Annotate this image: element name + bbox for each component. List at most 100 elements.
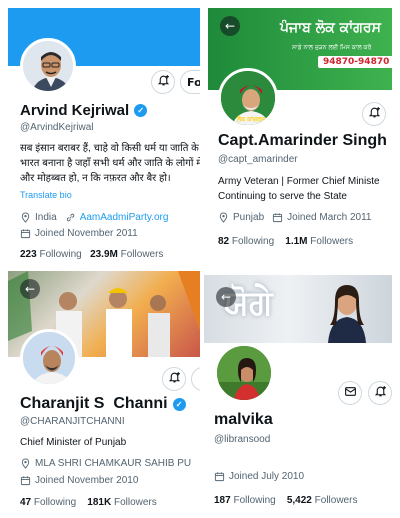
following-link[interactable]: 187 Following — [214, 495, 276, 506]
banner-phone: 94870-94870 — [318, 56, 392, 68]
notify-button[interactable] — [368, 381, 392, 405]
display-name: malvika — [214, 411, 273, 429]
location-pin-icon — [21, 212, 30, 223]
following-link[interactable]: 82 Following — [218, 236, 274, 247]
profile-card-amarinder: ਪੰਜਾਬ ਲੋਕ ਕਾਂਗਰਸ ਸਾਡੇ ਨਾਲ ਜੁੜਨ ਲਈ ਮਿਸ ਕਾ… — [208, 8, 392, 263]
bio-line: Chief Minister of Punjab — [20, 437, 127, 448]
arrow-left-icon[interactable]: ← — [220, 16, 240, 36]
followers-link[interactable]: 181K Followers — [87, 497, 156, 508]
location: Punjab Joined March 2011 — [218, 212, 371, 223]
followers-link[interactable]: 1.1M Followers — [285, 236, 353, 247]
location-text: MLA SHRI CHAMKAUR SAHIB PU — [35, 458, 192, 469]
location-text: Punjab — [233, 212, 265, 223]
bell-plus-icon — [368, 106, 381, 122]
notify-button[interactable] — [162, 367, 186, 391]
envelope-icon — [344, 385, 357, 401]
display-name-text: Charanjit S Channi — [20, 395, 168, 412]
location: India AamAadmiParty.org — [20, 212, 168, 223]
website-link[interactable]: AamAadmiParty.org — [80, 212, 169, 223]
display-name-text: malvika — [214, 411, 273, 428]
username: @capt_amarinder — [218, 154, 298, 165]
calendar-icon — [20, 229, 31, 239]
followers-label: Followers — [113, 497, 157, 508]
following-count: 82 — [218, 236, 230, 247]
join-date: Joined July 2010 — [214, 471, 304, 482]
username: @ArvindKejriwal — [20, 122, 94, 133]
location-pin-icon — [21, 458, 30, 469]
follow-stats: 223 Following 23.9M Followers — [20, 249, 163, 260]
bio-line: भारत बनाना है जहाँ सभी धर्म और जाति के ल… — [20, 158, 200, 169]
followers-count: 181K — [87, 497, 112, 508]
message-button[interactable] — [338, 381, 362, 405]
avatar-caption: ਲੋਕ ਕਾਂਗਰਸ — [237, 116, 265, 123]
display-name: Arvind Kejriwal ✓ — [20, 102, 148, 119]
profile-banner: ਯੋਗੇ — [204, 275, 392, 343]
followers-count: 1.1M — [285, 236, 308, 247]
follow-button[interactable]: Fo — [180, 70, 200, 94]
translate-bio-link[interactable]: Translate bio — [20, 190, 72, 200]
calendar-icon — [20, 476, 31, 486]
following-label: Following — [39, 249, 82, 260]
username: @CHARANJITCHANNI — [20, 416, 125, 427]
join-date: Joined November 2011 — [20, 228, 138, 239]
display-name-text: Capt.Amarinder Singh — [218, 132, 387, 149]
follow-stats: 47 Following 181K Followers — [20, 497, 157, 508]
arrow-left-icon[interactable]: ← — [216, 287, 236, 307]
join-date: Joined November 2010 — [20, 475, 138, 486]
calendar-icon — [214, 472, 225, 482]
followers-label: Followers — [314, 495, 358, 506]
avatar[interactable]: ਲੋਕ ਕਾਂਗਰਸ — [218, 68, 278, 128]
profile-card-kejriwal: Fo Arvind Kejriwal ✓ @ArvindKejriwal सब … — [8, 8, 200, 268]
bio-line: सब इंसान बराबर हैं, चाहे वो किसी धर्म या… — [20, 143, 200, 154]
notify-button[interactable] — [151, 70, 175, 94]
link-icon — [66, 213, 74, 222]
join-date-text: Joined November 2010 — [35, 475, 139, 486]
notify-button[interactable] — [362, 102, 386, 126]
verified-badge-icon: ✓ — [134, 104, 148, 117]
bell-plus-icon — [168, 371, 181, 387]
following-label: Following — [33, 497, 77, 508]
followers-count: 23.9M — [90, 249, 118, 260]
followers-label: Followers — [120, 249, 164, 260]
join-date-text: Joined March 2011 — [287, 212, 372, 223]
avatar[interactable] — [214, 343, 274, 403]
bio-line: और मोहब्बत हो, न कि नफ़रत और बैर हो। — [20, 173, 171, 184]
more-button[interactable] — [191, 367, 200, 391]
bio-line: Army Veteran | Former Chief Ministe — [218, 176, 380, 187]
following-link[interactable]: 47 Following — [20, 497, 76, 508]
bell-plus-icon — [374, 385, 387, 401]
avatar[interactable] — [20, 38, 76, 94]
join-date-text: Joined July 2010 — [229, 471, 305, 482]
username: @libransood — [214, 434, 271, 445]
calendar-icon — [273, 213, 283, 223]
profile-card-malvika: ਯੋਗੇ ← malvika @libransood Joined July 2… — [204, 275, 392, 515]
banner-title: ਪੰਜਾਬ ਲੋਕ ਕਾਂਗਰਸ — [280, 20, 381, 36]
follow-stats: 187 Following 5,422 Followers — [214, 495, 357, 506]
display-name-text: Arvind Kejriwal — [20, 102, 130, 119]
following-count: 47 — [20, 497, 32, 508]
followers-count: 5,422 — [286, 495, 312, 506]
banner-photo — [328, 285, 366, 343]
location-pin-icon — [219, 212, 228, 223]
following-count: 187 — [214, 495, 231, 506]
followers-link[interactable]: 5,422 Followers — [287, 495, 358, 506]
following-link[interactable]: 223 Following — [20, 249, 82, 260]
verified-badge-icon: ✓ — [172, 397, 186, 411]
join-date-text: Joined November 2011 — [35, 228, 138, 239]
location-text: India — [35, 212, 57, 223]
bio-line: Continuing to serve the State — [218, 191, 347, 202]
banner-subtitle: ਸਾਡੇ ਨਾਲ ਜੁੜਨ ਲਈ ਮਿਸ ਕਾਲ ਕਰੋ — [292, 44, 372, 51]
following-count: 223 — [20, 249, 37, 260]
bio: Chief Minister of Punjab — [20, 435, 200, 450]
location: MLA SHRI CHAMKAUR SAHIB PU — [20, 458, 200, 469]
following-label: Following — [231, 236, 275, 247]
follow-stats: 82 Following 1.1M Followers — [218, 236, 353, 247]
profile-card-channi: ← Charanjit S Channi ✓ @CHARANJITCHANNI … — [8, 271, 200, 511]
following-label: Following — [233, 495, 276, 506]
avatar[interactable] — [20, 329, 78, 387]
display-name: Charanjit S Channi ✓ — [20, 395, 186, 413]
arrow-left-icon[interactable]: ← — [20, 279, 40, 299]
bell-plus-icon — [157, 74, 170, 90]
followers-link[interactable]: 23.9M Followers — [90, 249, 163, 260]
display-name: Capt.Amarinder Singh — [218, 132, 387, 150]
